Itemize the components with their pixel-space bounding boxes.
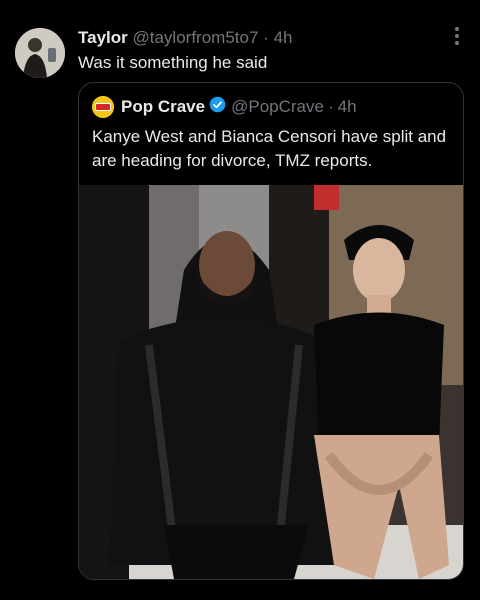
- tweet-header: Taylor @taylorfrom5to7 · 4h: [78, 28, 292, 48]
- quoted-tweet-photo[interactable]: [79, 185, 463, 579]
- profile-photo-icon: [15, 28, 65, 78]
- display-name[interactable]: Taylor: [78, 28, 128, 47]
- quoted-tweet[interactable]: Pop Crave @PopCrave · 4h Kanye West and …: [78, 82, 464, 580]
- quoted-user-handle[interactable]: @PopCrave: [231, 97, 324, 117]
- quoted-tweet-text: Kanye West and Bianca Censori have split…: [92, 127, 447, 170]
- separator-dot: ·: [263, 28, 269, 47]
- tweet[interactable]: Taylor @taylorfrom5to7 · 4h Was it somet…: [0, 0, 480, 600]
- quoted-separator-dot: ·: [327, 97, 334, 116]
- photo-image: [79, 185, 463, 579]
- more-vertical-icon: [455, 27, 459, 45]
- quoted-tweet-header: Pop Crave @PopCrave · 4h: [92, 96, 357, 118]
- timestamp[interactable]: 4h: [274, 28, 293, 47]
- pop-crave-logo-icon[interactable]: [92, 96, 114, 118]
- quoted-timestamp[interactable]: 4h: [338, 97, 357, 117]
- tweet-text: Was it something he said: [78, 53, 268, 72]
- quoted-display-name[interactable]: Pop Crave: [121, 97, 205, 117]
- more-options-button[interactable]: [454, 26, 460, 52]
- avatar[interactable]: [15, 28, 65, 78]
- pop-crave-logo-mark: [92, 96, 114, 118]
- verified-badge-icon: [209, 96, 226, 118]
- user-handle[interactable]: @taylorfrom5to7: [133, 28, 259, 47]
